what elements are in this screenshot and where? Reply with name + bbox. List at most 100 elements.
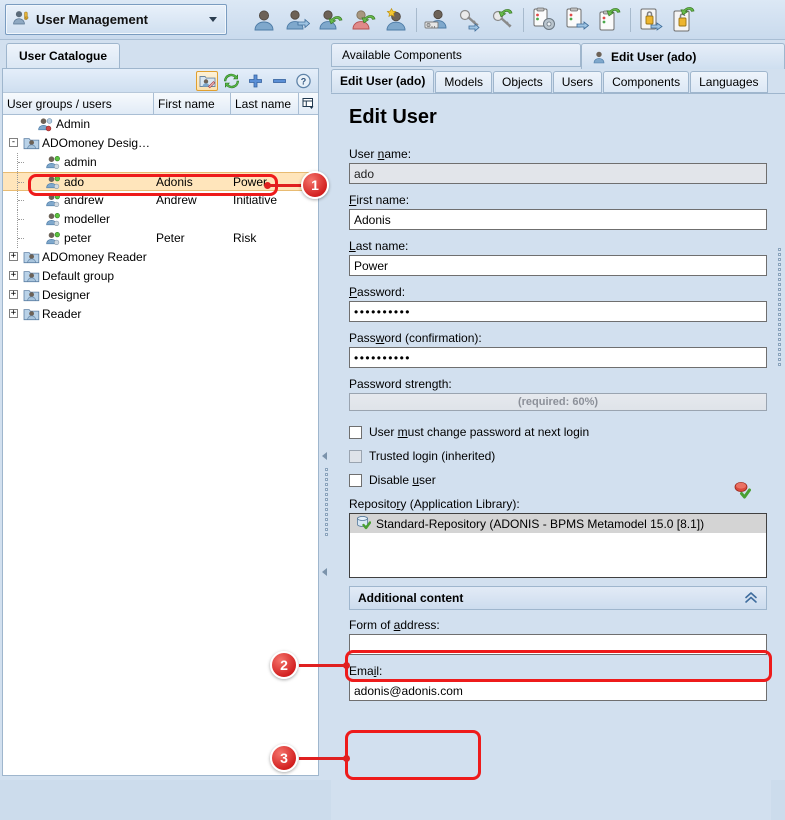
tree-row[interactable]: + ADOmoney Reader: [3, 248, 318, 267]
duplicate-user-button[interactable]: [281, 4, 313, 36]
revoke-rights-button[interactable]: [487, 4, 519, 36]
unlock-user-button[interactable]: [668, 4, 700, 36]
tree-row[interactable]: andrew Andrew Initiative: [3, 191, 318, 210]
tree-row-last-name: Initiative: [233, 193, 278, 207]
refresh-toolbutton[interactable]: [220, 71, 242, 91]
password-value: ••••••••••: [354, 304, 412, 319]
repository-label: Repository (Application Library):: [349, 497, 520, 511]
add-toolbutton[interactable]: [244, 71, 266, 91]
disable-user-checkbox-row[interactable]: Disable user: [349, 473, 753, 487]
tab-edit-user[interactable]: Edit User (ado): [581, 43, 785, 69]
must-change-password-checkbox[interactable]: [349, 425, 362, 439]
tab-objects[interactable]: Objects: [493, 71, 552, 93]
column-header-user-groups[interactable]: User groups / users: [3, 93, 154, 114]
user-tree[interactable]: Admin - ADOmoney Desig… admin ado Adonis Power…: [3, 115, 318, 775]
email-field[interactable]: adonis@adonis.com: [349, 680, 767, 701]
selected-tree-row-ado[interactable]: ado Adonis Power: [3, 172, 318, 192]
page-title: Edit User: [349, 106, 437, 128]
collapse-chevron-icon[interactable]: [744, 591, 758, 605]
user-name-input[interactable]: ado: [349, 163, 767, 184]
tree-row[interactable]: peter Peter Risk: [3, 229, 318, 248]
tree-row-label: peter: [64, 231, 92, 245]
edit-user-toolbutton[interactable]: [196, 70, 218, 91]
tree-row[interactable]: + Default group: [3, 267, 318, 286]
tree-row[interactable]: + Reader: [3, 305, 318, 324]
tree-row-label: Reader: [42, 307, 82, 321]
tab-edit-user-inner[interactable]: Edit User (ado): [331, 69, 435, 93]
tab-user-catalogue[interactable]: User Catalogue: [6, 43, 121, 68]
tree-collapse-icon[interactable]: -: [9, 138, 18, 147]
catalogue-column-headers: User groups / users First name Last name: [3, 93, 318, 115]
tree-row[interactable]: modeller: [3, 210, 318, 229]
column-header-last-name[interactable]: Last name: [231, 93, 299, 114]
repository-list-item[interactable]: Standard-Repository (ADONIS - BPMS Metam…: [350, 514, 766, 533]
tree-expand-icon[interactable]: +: [9, 309, 18, 318]
tree-row-first-name: Andrew: [156, 193, 197, 207]
import-user-button[interactable]: [314, 4, 346, 36]
settings-button[interactable]: [528, 4, 560, 36]
remove-toolbutton[interactable]: [268, 71, 290, 91]
right-scroll-grip[interactable]: [776, 248, 782, 366]
first-name-input[interactable]: Adonis: [349, 209, 767, 230]
toolbar-button-group: [248, 3, 700, 37]
splitter-collapse-down-arrow[interactable]: [322, 568, 327, 576]
toolbar-separator-3: [630, 8, 631, 32]
column-header-first-name[interactable]: First name: [154, 93, 231, 114]
tree-row[interactable]: Admin: [3, 115, 318, 134]
password-confirmation-input[interactable]: ••••••••••: [349, 347, 767, 368]
favourite-user-button[interactable]: [380, 4, 412, 36]
tree-row-label: Designer: [42, 288, 91, 302]
clipboard-copy-button[interactable]: [561, 4, 593, 36]
tree-row-label: Default group: [42, 269, 115, 283]
chevron-down-icon[interactable]: [209, 17, 217, 22]
user-catalogue-tabrow: User Catalogue: [0, 40, 321, 68]
group-icon: [23, 288, 40, 303]
tree-row-first-name: Adonis: [156, 175, 193, 189]
delete-user-button[interactable]: [347, 4, 379, 36]
module-selector-combo[interactable]: User Management: [5, 4, 227, 35]
user-online-icon: [45, 212, 61, 227]
trusted-login-checkbox-row[interactable]: Trusted login (inherited): [349, 449, 753, 463]
tree-row-label: admin: [64, 155, 97, 169]
tab-available-components[interactable]: Available Components: [331, 43, 581, 67]
email-label: Email:: [349, 664, 383, 678]
user-rights-button[interactable]: [421, 4, 453, 36]
last-name-input[interactable]: Power: [349, 255, 767, 276]
additional-content-accordion[interactable]: Additional content: [349, 586, 767, 610]
repository-section: Repository (Application Library): Standa…: [349, 482, 767, 578]
edit-user-panel: Available Components Edit User (ado) Edi…: [331, 40, 785, 820]
tree-row[interactable]: admin: [3, 153, 318, 172]
annotation-2-badge: 2: [270, 651, 298, 679]
tree-row[interactable]: - ADOmoney Desig…: [3, 134, 318, 153]
must-change-password-checkbox-row[interactable]: User must change password at next login: [349, 425, 753, 439]
clipboard-import-button[interactable]: [594, 4, 626, 36]
tab-models[interactable]: Models: [435, 71, 493, 93]
password-input[interactable]: ••••••••••: [349, 301, 767, 322]
splitter-collapse-up-arrow[interactable]: [322, 452, 327, 460]
password-confirmation-label: Password (confirmation):: [349, 331, 482, 345]
lock-user-button[interactable]: [635, 4, 667, 36]
password-label: Password:: [349, 285, 406, 299]
assign-rights-button[interactable]: [454, 4, 486, 36]
repository-list[interactable]: Standard-Repository (ADONIS - BPMS Metam…: [349, 513, 767, 578]
tree-expand-icon[interactable]: +: [9, 271, 18, 280]
form-of-address-input[interactable]: [349, 634, 767, 655]
tab-components[interactable]: Components: [603, 71, 690, 93]
edit-user-form: Edit User User name: ado First name: Ado…: [331, 94, 771, 820]
tab-languages[interactable]: Languages: [690, 71, 768, 93]
email-value: adonis@adonis.com: [354, 683, 463, 698]
tree-expand-icon[interactable]: +: [9, 290, 18, 299]
tree-expand-icon[interactable]: +: [9, 252, 18, 261]
tree-connector-h: [18, 200, 24, 201]
new-user-button[interactable]: [248, 4, 280, 36]
disable-user-checkbox[interactable]: [349, 473, 362, 487]
tab-users[interactable]: Users: [552, 71, 603, 93]
help-toolbutton[interactable]: ?: [292, 71, 314, 91]
column-chooser-icon[interactable]: [299, 93, 318, 114]
panel-splitter[interactable]: [321, 40, 331, 780]
tree-row-label: ADOmoney Desig…: [42, 136, 151, 150]
splitter-grip[interactable]: [323, 468, 329, 536]
repository-check-icon[interactable]: [733, 481, 751, 502]
toolbar-separator-1: [416, 8, 417, 32]
tree-row[interactable]: + Designer: [3, 286, 318, 305]
